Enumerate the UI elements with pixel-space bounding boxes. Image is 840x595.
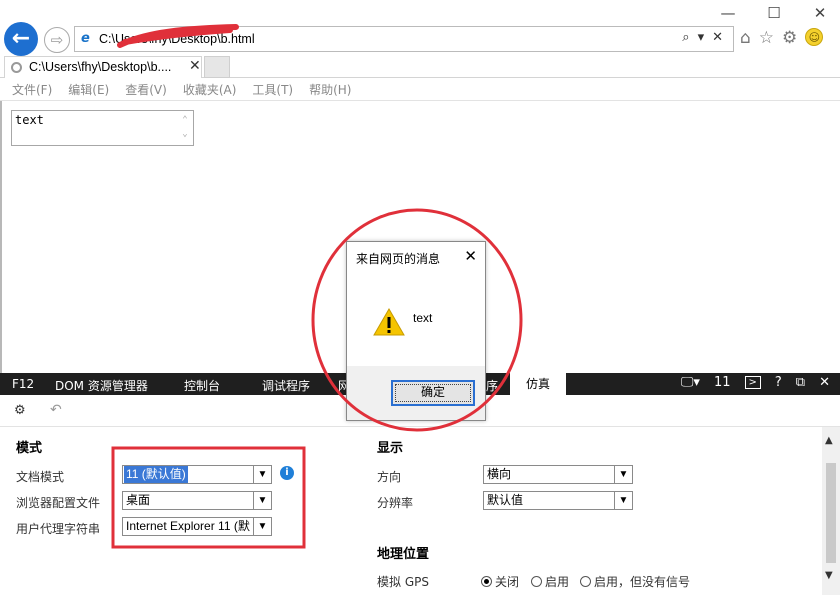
- gps-option-nosignal-label: 启用，但没有信号: [594, 575, 691, 589]
- chevron-down-icon[interactable]: ▼: [614, 466, 632, 483]
- close-tab-icon[interactable]: ✕: [189, 58, 201, 74]
- user-agent-label: 用户代理字符串: [16, 522, 101, 536]
- home-icon[interactable]: ⌂: [740, 28, 751, 48]
- page-textarea[interactable]: text ⌃ ⌄: [11, 110, 194, 146]
- simulate-gps-label: 模拟 GPS: [377, 575, 429, 589]
- menu-favorites[interactable]: 收藏夹(A): [183, 81, 237, 98]
- back-arrow-icon[interactable]: ←: [4, 22, 38, 56]
- settings-gear-icon[interactable]: ⚙: [14, 403, 26, 418]
- browser-toolbar-icons: ⌂ ☆ ⚙ ☺: [740, 28, 824, 48]
- chevron-down-icon[interactable]: ▼: [614, 492, 632, 509]
- gps-radio-off[interactable]: 关闭: [481, 573, 519, 590]
- resolution-select[interactable]: 默认值 ▼: [483, 491, 633, 510]
- mode-section-title: 模式: [16, 441, 43, 456]
- display-section-title: 显示: [377, 441, 404, 456]
- orientation-value: 横向: [487, 467, 512, 481]
- reset-undo-icon[interactable]: ↶: [50, 402, 62, 418]
- new-tab-button[interactable]: [204, 56, 230, 78]
- browser-profile-label: 浏览器配置文件: [16, 496, 101, 510]
- ie-page-icon: e: [81, 31, 90, 46]
- user-agent-select[interactable]: Internet Explorer 11 (默 ▼: [122, 517, 272, 536]
- chevron-down-icon[interactable]: ▼: [253, 466, 271, 483]
- menu-bar: 文件(F) 编辑(E) 查看(V) 收藏夹(A) 工具(T) 帮助(H): [0, 79, 840, 101]
- radio-unselected-icon[interactable]: [580, 576, 591, 587]
- alert-title: 来自网页的消息: [356, 252, 441, 266]
- warning-icon: [373, 308, 405, 336]
- radio-unselected-icon[interactable]: [531, 576, 542, 587]
- gps-radio-no-signal[interactable]: 启用，但没有信号: [580, 573, 690, 590]
- navigation-bar: ← ⇨ e C:\Users\fhy\Desktop\b.html ⌕ ▾ ✕ …: [0, 20, 840, 56]
- scroll-thumb[interactable]: [826, 463, 836, 563]
- devtools-f12-label: F12: [12, 377, 35, 391]
- menu-edit[interactable]: 编辑(E): [68, 81, 109, 98]
- devtools-right-controls: 🖵▾ 11 > ? ⧉ ✕: [681, 375, 830, 390]
- favorites-star-icon[interactable]: ☆: [759, 28, 774, 48]
- close-devtools-button[interactable]: ✕: [819, 375, 830, 390]
- feedback-smiley-icon[interactable]: ☺: [805, 28, 824, 46]
- tab-performance[interactable]: 序: [486, 377, 498, 394]
- scroll-down-icon[interactable]: ▼: [825, 570, 833, 581]
- tab-emulation[interactable]: 仿真: [510, 373, 566, 395]
- menu-view[interactable]: 查看(V): [125, 81, 167, 98]
- alert-footer: 确定: [347, 366, 485, 420]
- help-button[interactable]: ?: [775, 375, 782, 390]
- orientation-select[interactable]: 横向 ▼: [483, 465, 633, 484]
- address-tools: ⌕ ▾ ✕: [682, 30, 723, 45]
- tab-active[interactable]: C:\Users\fhy\Desktop\b.... ✕: [4, 56, 202, 78]
- tab-dom-explorer[interactable]: DOM 资源管理器: [55, 377, 148, 394]
- address-bar[interactable]: e C:\Users\fhy\Desktop\b.html ⌕ ▾ ✕: [74, 26, 734, 52]
- console-drawer-icon[interactable]: >: [744, 376, 761, 389]
- textarea-scrollbar[interactable]: ⌃ ⌄: [179, 113, 191, 143]
- alert-message: text: [413, 311, 433, 325]
- monitor-icon[interactable]: 🖵▾: [681, 375, 700, 390]
- forward-arrow-icon[interactable]: ⇨: [44, 27, 70, 53]
- tab-debugger[interactable]: 调试程序: [262, 377, 310, 394]
- document-mode-select[interactable]: 11 (默认值) ▼: [122, 465, 272, 484]
- scroll-up-icon[interactable]: ▲: [825, 435, 833, 446]
- gear-icon[interactable]: ⚙: [782, 28, 797, 48]
- info-icon[interactable]: i: [280, 466, 294, 480]
- tab-strip: C:\Users\fhy\Desktop\b.... ✕: [0, 56, 840, 78]
- orientation-label: 方向: [377, 470, 402, 484]
- menu-file[interactable]: 文件(F): [12, 81, 52, 98]
- document-mode-label: 文档模式: [16, 470, 65, 484]
- geolocation-section-title: 地理位置: [377, 547, 430, 562]
- gps-option-off-label: 关闭: [495, 575, 520, 589]
- address-text[interactable]: C:\Users\fhy\Desktop\b.html: [99, 32, 255, 46]
- dropdown-icon[interactable]: ▾: [698, 30, 705, 45]
- menu-help[interactable]: 帮助(H): [309, 81, 351, 98]
- close-icon[interactable]: ✕: [464, 247, 477, 265]
- devtools-scrollbar[interactable]: ▲ ▼: [822, 427, 840, 595]
- user-agent-value: Internet Explorer 11 (默: [126, 519, 250, 533]
- chevron-down-icon[interactable]: ▼: [253, 518, 271, 535]
- gps-radio-on[interactable]: 启用: [531, 573, 569, 590]
- ok-button[interactable]: 确定: [391, 380, 475, 406]
- browser-profile-select[interactable]: 桌面 ▼: [122, 491, 272, 510]
- gps-option-on-label: 启用: [545, 575, 570, 589]
- resolution-value: 默认值: [487, 493, 524, 507]
- search-icon[interactable]: ⌕: [682, 30, 689, 45]
- chevron-down-icon[interactable]: ▼: [253, 492, 271, 509]
- browser-profile-value: 桌面: [126, 493, 151, 507]
- stop-icon[interactable]: ✕: [712, 30, 723, 45]
- document-mode-value: 11 (默认值): [124, 466, 188, 483]
- resolution-label: 分辨率: [377, 496, 414, 510]
- loading-spinner-icon: [11, 62, 22, 73]
- textarea-value: text: [15, 113, 44, 127]
- tab-console[interactable]: 控制台: [184, 377, 220, 394]
- alert-dialog: 来自网页的消息 ✕ text 确定: [346, 241, 486, 421]
- menu-tools[interactable]: 工具(T): [252, 81, 293, 98]
- tab-label: C:\Users\fhy\Desktop\b....: [29, 60, 172, 74]
- radio-selected-icon[interactable]: [481, 576, 492, 587]
- version-target[interactable]: 11: [714, 375, 731, 390]
- undock-icon[interactable]: ⧉: [796, 375, 805, 390]
